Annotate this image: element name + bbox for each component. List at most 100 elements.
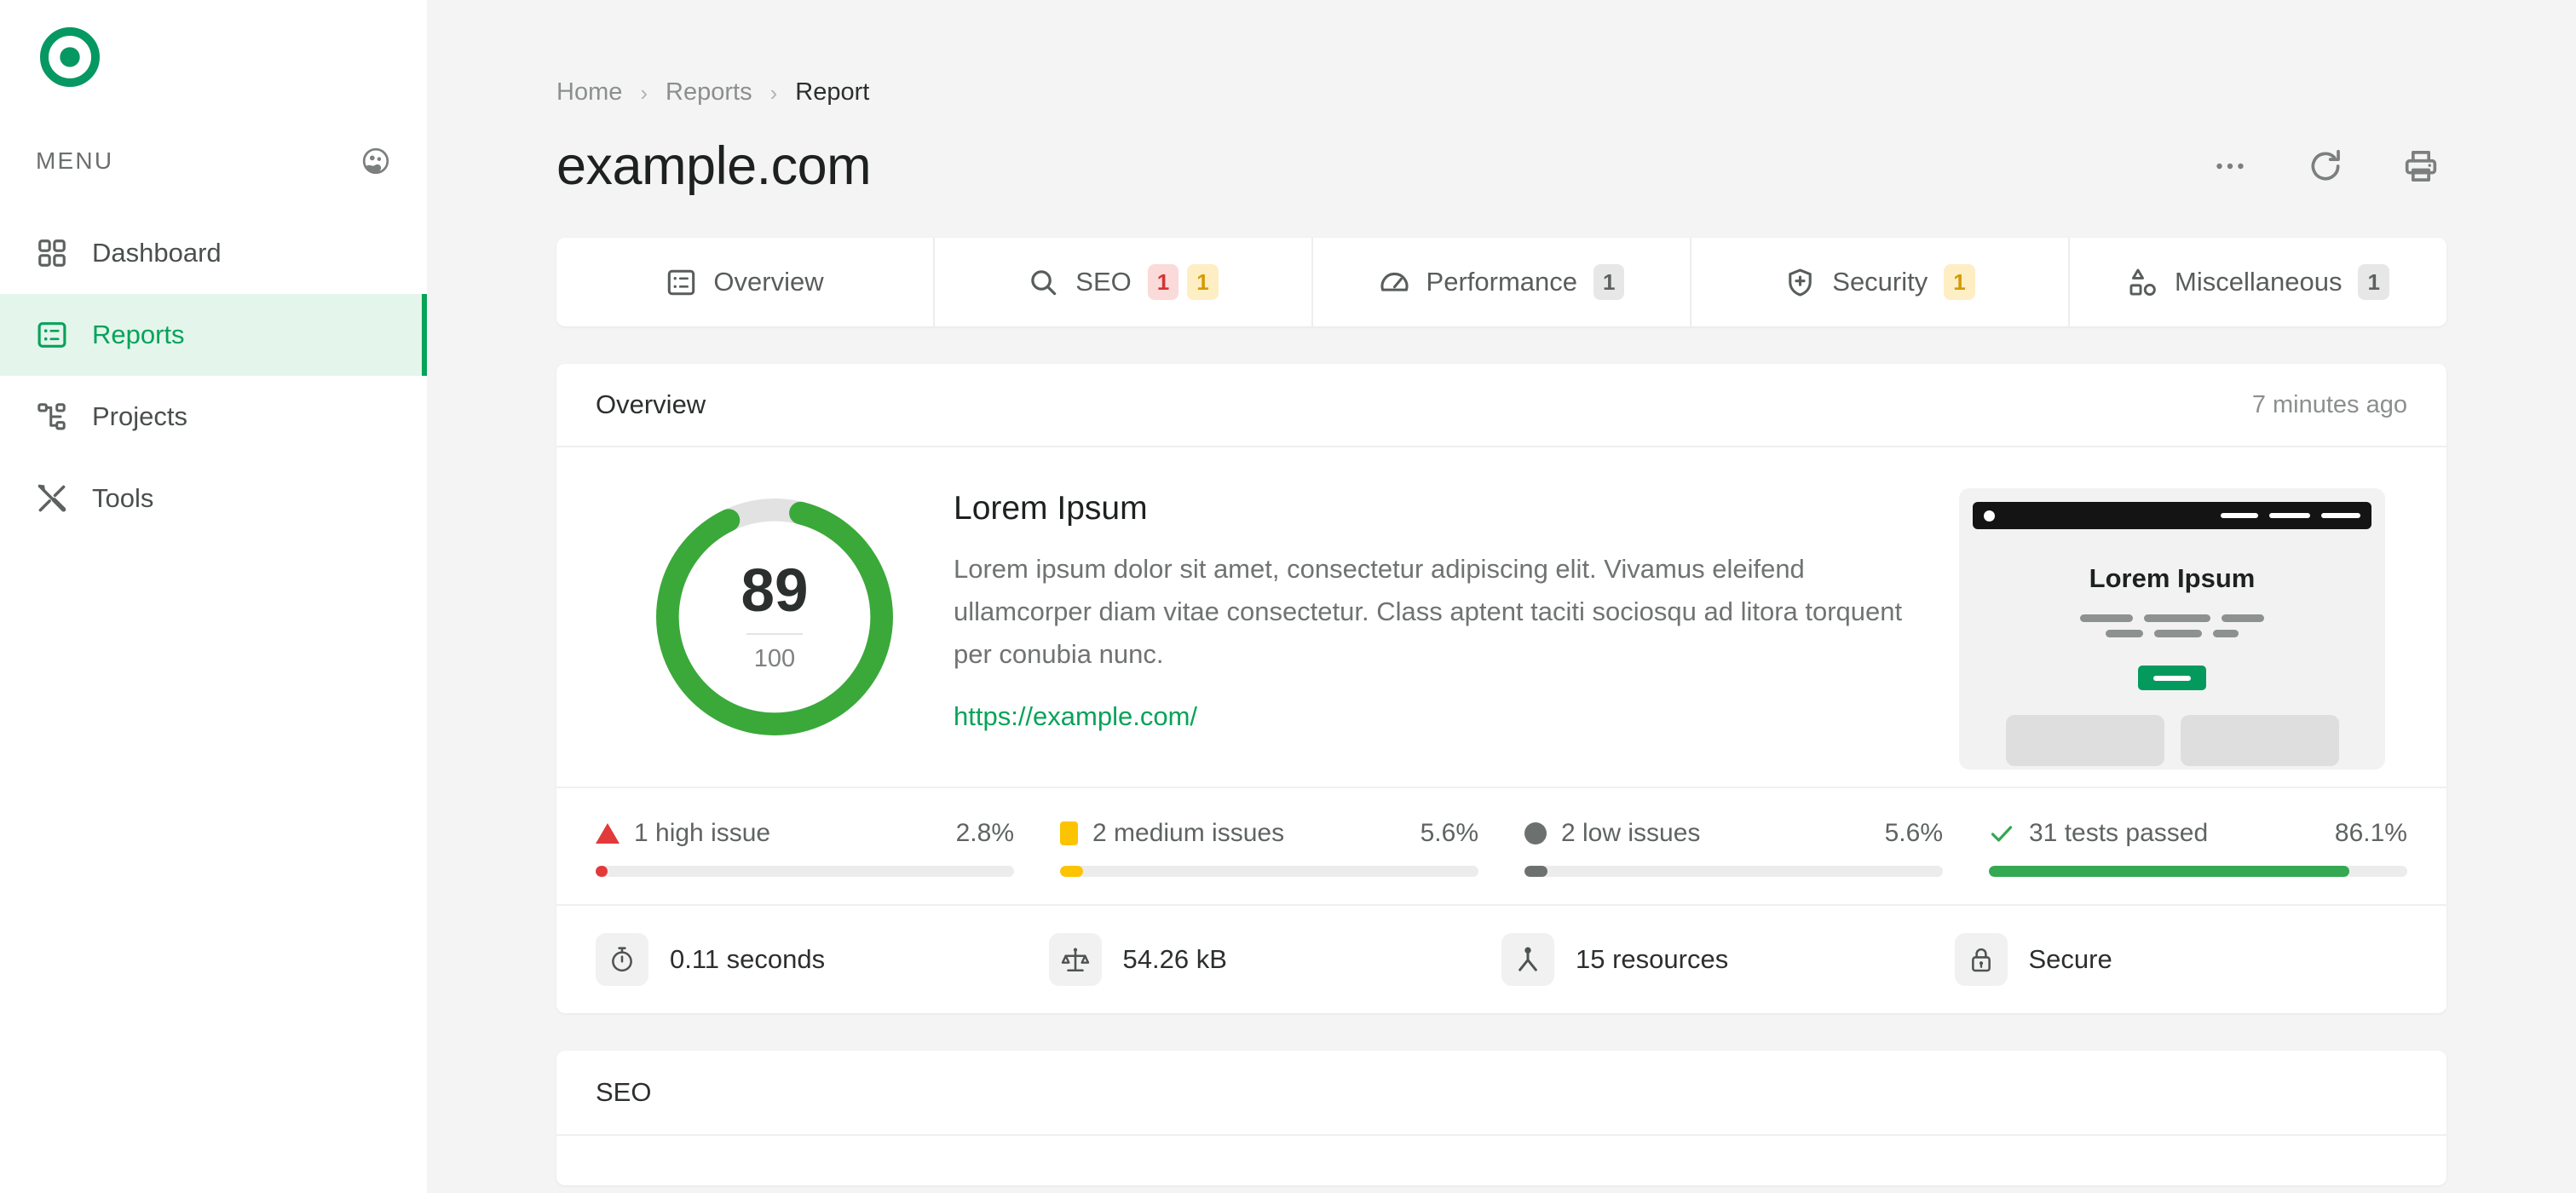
breadcrumb-separator: › [769,79,778,106]
breadcrumb-item-home[interactable]: Home [556,78,622,107]
issue-label: 2 medium issues [1092,819,1285,847]
issue-track [1524,866,1943,877]
sitemap-icon [37,403,66,430]
gauge-icon [1380,272,1409,291]
issue-passed: 31 tests passed 86.1% [1989,819,2407,877]
issue-label: 31 tests passed [2029,819,2209,847]
issue-fill [1989,866,2349,877]
breadcrumb-item-reports[interactable]: Reports [666,78,752,107]
seo-card-body [556,1134,2446,1185]
description-body: Lorem ipsum dolor sit amet, consectetur … [954,554,1903,670]
issue-percent: 5.6% [1420,819,1478,847]
sidebar-item-label: Tools [92,483,154,513]
refresh-icon[interactable] [2307,147,2344,185]
preview-seg [2213,630,2239,637]
issue-fill [1060,866,1084,877]
preview-line [2269,513,2310,518]
site-preview[interactable]: Lorem Ipsum [1959,485,2385,769]
tab-performance[interactable]: Performance 1 [1313,238,1691,326]
issue-percent: 5.6% [1884,819,1943,847]
preview-seg [2106,630,2143,637]
tab-badges: 1 1 [1147,264,1219,300]
badge-count: 1 [1593,264,1625,300]
preview-cards [1973,715,2371,766]
stopwatch-icon [612,947,632,972]
preview-line [2321,513,2360,518]
page-header: example.com [427,107,2576,197]
preview-seg [2144,614,2210,622]
tab-label: Miscellaneous [2175,267,2343,297]
score-gauge: 89 100 [596,485,954,741]
issue-label: 1 high issue [634,819,771,847]
preview-browser-bar [1973,502,2371,529]
issue-track [596,866,1014,877]
tab-label: Security [1832,267,1928,297]
search-icon [1031,269,1057,295]
badge-medium: 1 [1944,264,1975,300]
sidebar-item-dashboard[interactable]: Dashboard [0,212,427,294]
preview-card [2180,715,2339,766]
shield-icon [1789,268,1812,297]
sidebar-item-projects[interactable]: Projects [0,376,427,458]
card-title: SEO [596,1077,652,1107]
print-icon[interactable] [2402,147,2440,185]
sidebar-item-tools[interactable]: Tools [0,458,427,539]
scale-icon [1061,948,1089,972]
sidebar-item-reports[interactable]: Reports [0,294,427,376]
seo-card-header: SEO [556,1051,2446,1134]
preview-seg [2080,614,2133,622]
tab-security[interactable]: Security 1 [1691,238,2070,326]
sidebar: MENU Dashboard Reports Projects Tools [0,0,427,1193]
tab-label: Performance [1426,267,1577,297]
more-options-icon[interactable] [2211,147,2249,185]
header-actions [2211,147,2440,185]
overview-card: Overview 7 minutes ago 89 100 Lorem Ipsu… [556,364,2446,1013]
preview-seg [2222,614,2264,622]
circle-icon [1524,822,1547,844]
score-value: 89 [741,557,809,625]
metric-icon-wrap [596,933,648,986]
badge-medium: 1 [1187,264,1219,300]
metrics-row: 0.11 seconds 54.26 kB 15 resources Secur… [556,904,2446,1013]
tab-overview[interactable]: Overview [556,238,935,326]
metric-icon-wrap [1954,933,2008,986]
tab-seo[interactable]: SEO 1 1 [935,238,1313,326]
metric-security: Secure [1954,933,2408,986]
badge-high: 1 [1147,264,1179,300]
menu-header: MENU [0,144,427,178]
square-icon [1060,821,1078,845]
tab-label: Overview [713,267,824,297]
grid-icon [38,239,66,267]
theme-palette-icon[interactable] [360,146,391,176]
logo[interactable] [0,0,427,91]
metric-icon-wrap [1048,933,1102,986]
issue-fill [596,866,608,877]
preview-seg [2154,630,2202,637]
list-box-icon [668,269,695,295]
card-timestamp: 7 minutes ago [2251,390,2407,418]
metric-value: Secure [2028,944,2112,974]
check-icon [1991,826,2013,842]
app-root: MENU Dashboard Reports Projects Tools Ho… [0,0,2576,1193]
list-box-icon [37,322,66,348]
issue-high: 1 high issue 2.8% [596,819,1060,877]
sidebar-nav: Dashboard Reports Projects Tools [0,212,427,539]
shapes-icon [2129,268,2156,296]
metric-value: 0.11 seconds [670,944,826,974]
issues-summary: 1 high issue 2.8% 2 medium issues 5.6% 2… [556,787,2446,904]
preview-body: Lorem Ipsum [1973,529,2371,766]
overview-card-header: Overview 7 minutes ago [556,364,2446,447]
badge-count: 1 [2358,264,2389,300]
site-url-link[interactable]: https://example.com/ [954,701,1197,732]
overview-description: Lorem Ipsum Lorem ipsum dolor sit amet, … [954,485,1959,732]
issue-percent: 86.1% [2334,819,2407,847]
overview-hero: 89 100 Lorem Ipsum Lorem ipsum dolor sit… [556,447,2446,787]
metric-value: 54.26 kB [1122,944,1227,974]
score-max: 100 [753,645,796,672]
preview-dot [1984,510,1995,522]
issue-low: 2 low issues 5.6% [1524,819,1989,877]
metric-resources: 15 resources [1501,933,1955,986]
breadcrumb-item-report: Report [795,78,870,106]
tab-miscellaneous[interactable]: Miscellaneous 1 [2070,238,2446,326]
issue-medium: 2 medium issues 5.6% [1060,819,1524,877]
